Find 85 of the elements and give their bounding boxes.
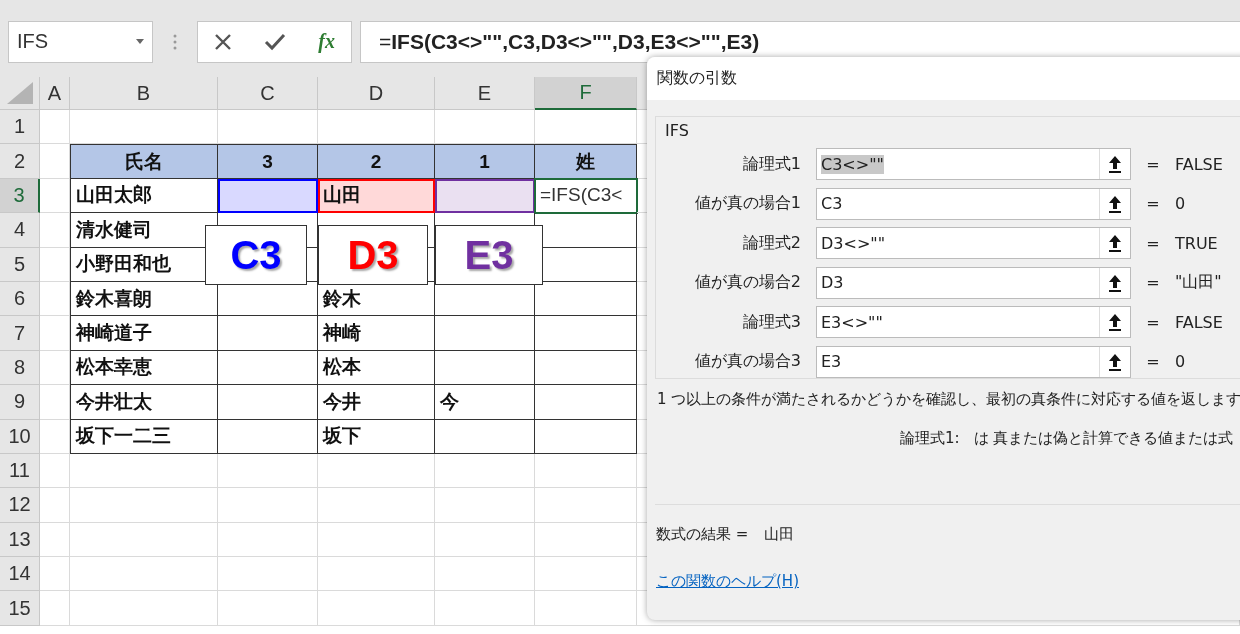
table-cell: 坂下	[318, 419, 435, 454]
collapse-dialog-icon[interactable]	[1108, 352, 1122, 371]
equals-sign: =	[1145, 233, 1161, 253]
equals-sign: =	[1145, 194, 1161, 214]
argument-field[interactable]: C3<>""	[816, 148, 1131, 181]
argument-label: 値が真の場合3	[693, 351, 802, 373]
argument-label: 論理式3	[741, 311, 802, 333]
table-cell: 松本幸恵	[70, 350, 218, 386]
argument-result: TRUE	[1175, 233, 1218, 253]
argument-label: 値が真の場合2	[693, 272, 802, 294]
table-cell: =IFS(C3<	[535, 178, 637, 214]
table-cell: 姓	[535, 144, 637, 179]
table-cell: 3	[218, 144, 318, 179]
row-header[interactable]: 6	[0, 281, 40, 317]
function-name: IFS	[665, 121, 690, 140]
table-cell: 山田太郎	[70, 178, 218, 214]
table-cell: 松本	[318, 350, 435, 386]
collapse-dialog-icon[interactable]	[1108, 234, 1122, 253]
argument-result: FALSE	[1175, 154, 1223, 174]
argument-result: 0	[1175, 352, 1186, 372]
argument-result: "山田"	[1175, 272, 1222, 294]
table-cell: 今	[435, 385, 535, 420]
row-header[interactable]: 10	[0, 419, 40, 454]
collapse-dialog-icon[interactable]	[1108, 273, 1122, 292]
row-header[interactable]: 13	[0, 522, 40, 558]
column-header[interactable]: E	[435, 77, 535, 110]
cancel-icon[interactable]	[214, 32, 233, 51]
argument-field[interactable]: E3<>""	[816, 306, 1131, 339]
dropdown-caret-icon[interactable]	[136, 39, 144, 44]
argument-label: 値が真の場合1	[693, 193, 802, 215]
row-header[interactable]: 8	[0, 350, 40, 386]
column-header[interactable]: D	[318, 77, 435, 110]
argument-result: FALSE	[1175, 312, 1223, 332]
argument-field[interactable]: C3	[816, 187, 1131, 220]
column-header[interactable]: A	[40, 77, 70, 110]
table-cell: 山田	[318, 178, 435, 214]
collapse-dialog-icon[interactable]	[1108, 194, 1122, 213]
name-box[interactable]: IFS	[8, 20, 153, 63]
column-header[interactable]: B	[70, 77, 218, 110]
table-cell: 神崎	[318, 316, 435, 351]
help-link[interactable]: この関数のヘルプ(H)	[656, 572, 799, 591]
check-icon[interactable]	[264, 32, 287, 51]
row-header[interactable]: 9	[0, 385, 40, 420]
equals-sign: =	[1145, 312, 1161, 332]
argument-result: 0	[1175, 194, 1186, 214]
row-header[interactable]: 15	[0, 591, 40, 626]
formula-field[interactable]: =IFS(C3<>"",C3,D3<>"",D3,E3<>"",E3)	[360, 20, 1240, 63]
row-header[interactable]: 2	[0, 144, 40, 179]
function-description: 1 つ以上の条件が満たされるかどうかを確認し、最初の真条件に対応する値を返します	[657, 390, 1240, 409]
table-cell: 坂下一二三	[70, 419, 218, 454]
equals-sign: =	[1145, 352, 1161, 372]
argument-field[interactable]: D3	[816, 266, 1131, 299]
table-cell: 今井	[318, 385, 435, 420]
argument-field[interactable]: D3<>""	[816, 227, 1131, 260]
insert-function-button[interactable]: fx	[318, 30, 335, 53]
row-header[interactable]: 12	[0, 488, 40, 523]
argument-hint: は 真または偽と計算できる値または式	[973, 429, 1234, 448]
equals-sign: =	[1145, 154, 1161, 174]
argument-label: 論理式2	[741, 232, 802, 254]
table-cell: 今井壮太	[70, 385, 218, 420]
argument-field[interactable]: E3	[816, 345, 1131, 378]
argument-hint-label: 論理式1:	[900, 429, 960, 448]
row-header[interactable]: 4	[0, 213, 40, 248]
column-header[interactable]: C	[218, 77, 318, 110]
reference-label: E3	[464, 232, 514, 278]
table-cell: 1	[435, 144, 535, 179]
row-header[interactable]: 7	[0, 316, 40, 351]
row-header[interactable]: 3	[0, 178, 40, 214]
reference-label: D3	[347, 232, 399, 278]
table-cell: 2	[318, 144, 435, 179]
row-header[interactable]: 1	[0, 110, 40, 145]
result-label: 数式の結果 =	[656, 525, 749, 544]
table-cell: 神崎道子	[70, 316, 218, 351]
column-header[interactable]: F	[535, 77, 637, 110]
collapse-dialog-icon[interactable]	[1108, 155, 1122, 174]
table-cell: 氏名	[70, 144, 218, 179]
row-header[interactable]: 14	[0, 557, 40, 592]
dialog-title: 関数の引数	[647, 57, 1240, 100]
equals-sign: =	[1145, 273, 1161, 293]
row-header[interactable]: 11	[0, 453, 40, 489]
collapse-dialog-icon[interactable]	[1108, 313, 1122, 332]
argument-label: 論理式1	[741, 153, 802, 175]
row-header[interactable]: 5	[0, 247, 40, 282]
reference-label: C3	[230, 232, 282, 278]
result-value: 山田	[764, 525, 795, 544]
